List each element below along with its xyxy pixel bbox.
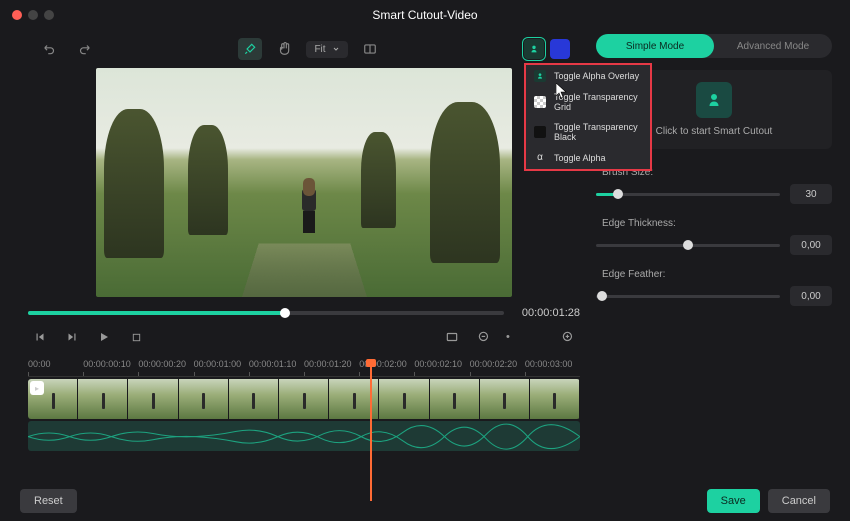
- prev-frame-icon[interactable]: [30, 327, 50, 347]
- dropdown-transparency-grid[interactable]: Toggle Transparency Grid: [526, 87, 650, 117]
- edge-thickness-value[interactable]: 0,00: [790, 235, 832, 255]
- dropdown-item-label: Toggle Transparency Black: [554, 122, 642, 142]
- edge-feather-label: Edge Feather:: [596, 269, 832, 280]
- dropdown-toggle-alpha[interactable]: αToggle Alpha: [526, 147, 650, 169]
- zoom-slider[interactable]: •: [506, 327, 546, 347]
- editor-toolbar: Fit Toggle Alpha Overlay Toggle Transpar…: [28, 34, 580, 64]
- tab-advanced-mode[interactable]: Advanced Mode: [714, 34, 832, 58]
- overlay-dropdown: Toggle Alpha Overlay Toggle Transparency…: [524, 63, 652, 171]
- next-frame-icon[interactable]: [62, 327, 82, 347]
- overlay-swatch-green[interactable]: [524, 39, 544, 59]
- edge-thickness-param: Edge Thickness: 0,00: [596, 218, 832, 255]
- hand-tool-icon[interactable]: [272, 38, 296, 60]
- playback-controls: •: [28, 323, 580, 351]
- magic-tool-icon[interactable]: [238, 38, 262, 60]
- edge-thickness-label: Edge Thickness:: [596, 218, 832, 229]
- stop-icon[interactable]: [126, 327, 146, 347]
- minimize-window[interactable]: [28, 10, 38, 20]
- edge-feather-param: Edge Feather: 0,00: [596, 269, 832, 306]
- dropdown-item-label: Toggle Transparency Grid: [554, 92, 642, 112]
- crop-icon[interactable]: [442, 327, 462, 347]
- dropdown-transparency-black[interactable]: Toggle Transparency Black: [526, 117, 650, 147]
- zoom-in-icon[interactable]: [558, 327, 578, 347]
- play-icon[interactable]: [94, 327, 114, 347]
- chevron-down-icon: [332, 45, 340, 53]
- zoom-out-icon[interactable]: [474, 327, 494, 347]
- save-button[interactable]: Save: [707, 489, 760, 513]
- person-subject: [300, 178, 318, 233]
- track-play-icon: ▸: [30, 381, 44, 395]
- person-cutout-icon: [696, 82, 732, 118]
- cancel-button[interactable]: Cancel: [768, 489, 830, 513]
- overlay-swatch-blue[interactable]: [550, 39, 570, 59]
- timeline: 00:00 00:00:00:10 00:00:00:20 00:00:01:0…: [28, 359, 580, 451]
- zoom-fit-label: Fit: [314, 44, 325, 55]
- close-window[interactable]: [12, 10, 22, 20]
- undo-icon[interactable]: [38, 38, 62, 60]
- current-time: 00:00:01:28: [522, 307, 580, 319]
- dropdown-item-label: Toggle Alpha: [554, 153, 606, 163]
- compare-icon[interactable]: [358, 38, 382, 60]
- maximize-window[interactable]: [44, 10, 54, 20]
- audio-track[interactable]: [28, 421, 580, 451]
- zoom-fit-select[interactable]: Fit: [306, 41, 347, 58]
- video-preview[interactable]: [96, 68, 512, 297]
- dropdown-item-label: Toggle Alpha Overlay: [554, 71, 639, 81]
- brush-size-value[interactable]: 30: [790, 184, 832, 204]
- footer: Reset Save Cancel: [0, 481, 850, 521]
- brush-size-slider[interactable]: [596, 193, 780, 196]
- mode-tabs: Simple Mode Advanced Mode: [596, 34, 832, 58]
- progress-bar[interactable]: 00:00:01:28: [28, 303, 580, 323]
- edge-thickness-slider[interactable]: [596, 244, 780, 247]
- playhead[interactable]: [370, 361, 372, 501]
- edge-feather-slider[interactable]: [596, 295, 780, 298]
- dropdown-alpha-overlay[interactable]: Toggle Alpha Overlay: [526, 65, 650, 87]
- titlebar: Smart Cutout-Video: [0, 0, 850, 30]
- brush-size-param: Brush Size: 30: [596, 167, 832, 204]
- overlay-swatches: Toggle Alpha Overlay Toggle Transparency…: [524, 39, 570, 59]
- tab-simple-mode[interactable]: Simple Mode: [596, 34, 714, 58]
- redo-icon[interactable]: [72, 38, 96, 60]
- video-track[interactable]: ▸: [28, 379, 580, 419]
- edge-feather-value[interactable]: 0,00: [790, 286, 832, 306]
- reset-button[interactable]: Reset: [20, 489, 77, 513]
- progress-knob[interactable]: [280, 308, 290, 318]
- window-controls: [12, 10, 54, 20]
- timeline-ruler[interactable]: 00:00 00:00:00:10 00:00:00:20 00:00:01:0…: [28, 359, 580, 377]
- window-title: Smart Cutout-Video: [372, 8, 477, 22]
